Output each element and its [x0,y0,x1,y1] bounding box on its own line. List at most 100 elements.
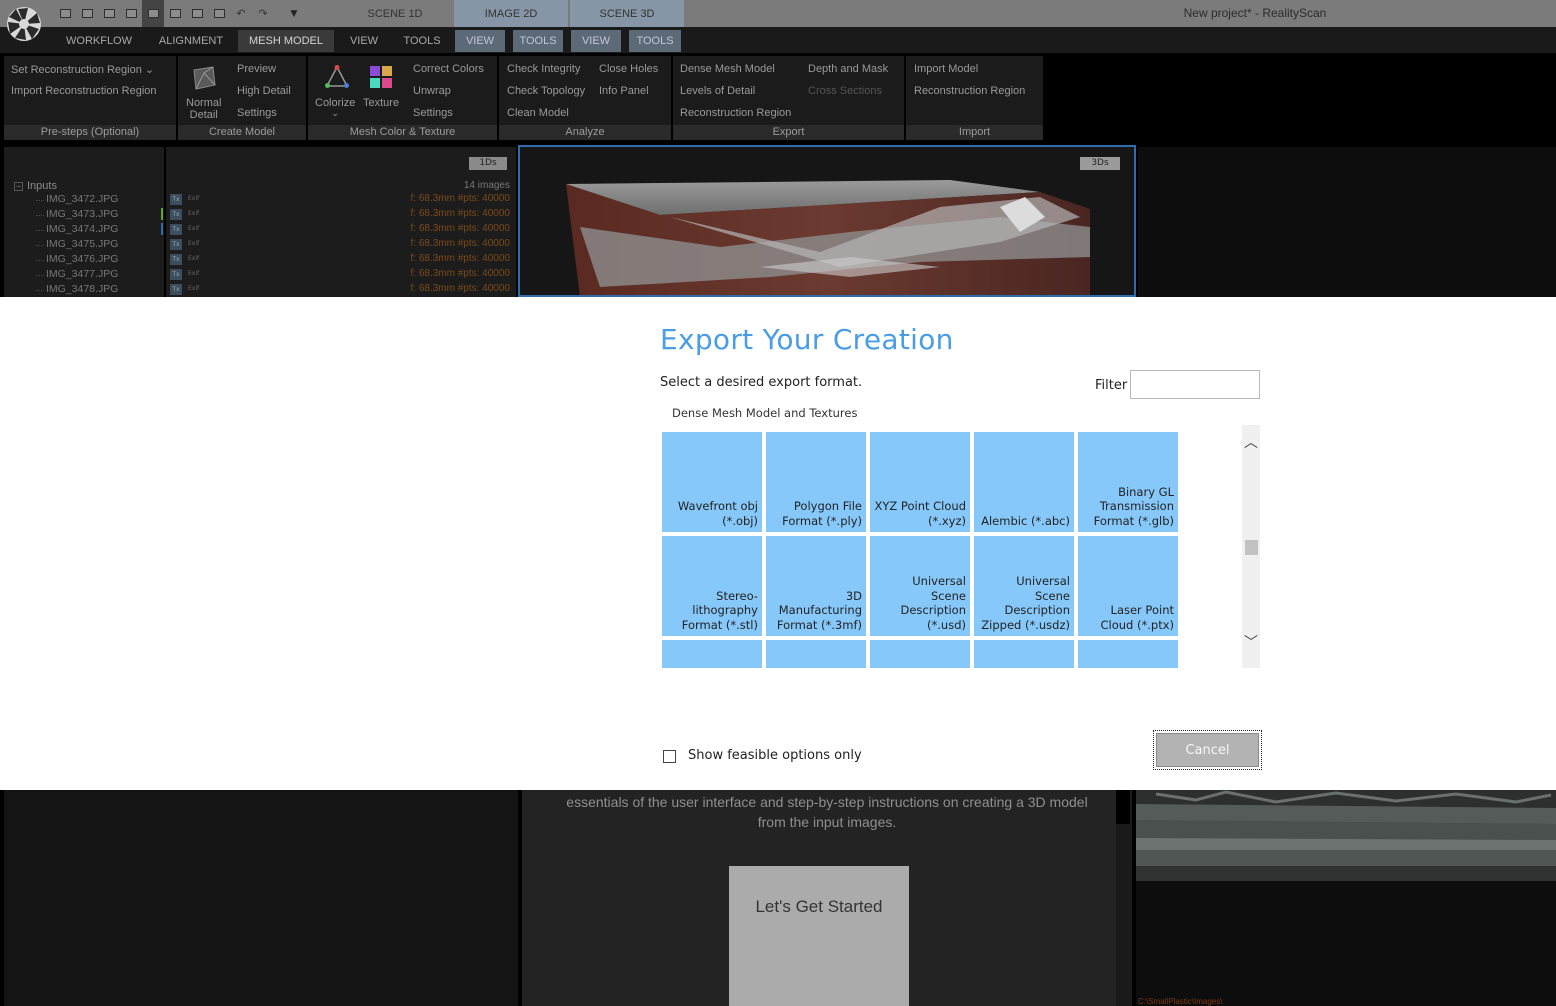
image-list-item[interactable]: IMG_3474.JPG Tx Exif f: 68.3mm #pts: 40000 [0,223,516,238]
texture-layer-icon[interactable]: Tx [170,254,182,265]
import-model-button[interactable]: Import Model [914,63,978,75]
export-dense-mesh-button[interactable]: Dense Mesh Model [680,63,775,75]
texture-layer-icon[interactable]: Tx [170,284,182,295]
normal-detail-button[interactable]: Normal Detail [186,97,221,121]
texture-icon [370,66,392,88]
menu-mesh-model[interactable]: MESH MODEL [238,30,334,52]
scroll-up-icon[interactable]: ︿ [1242,435,1260,451]
filter-input[interactable] [1130,370,1260,399]
export-format-tile[interactable]: Universal Scene Description Zipped (*.us… [974,536,1074,636]
menu-view-scene3d[interactable]: VIEW [571,30,621,52]
layout-3-icon[interactable] [98,0,120,27]
menu-tools-scene3d[interactable]: TOOLS [629,30,681,52]
export-cross-sections-button[interactable]: Cross Sections [808,85,882,97]
undo-icon[interactable]: ↶ [230,0,252,27]
show-feasible-checkbox[interactable] [663,750,676,763]
menu-tools[interactable]: TOOLS [394,30,450,52]
export-depth-mask-button[interactable]: Depth and Mask [808,63,888,75]
export-format-tile[interactable] [870,640,970,668]
export-format-tile[interactable]: XYZ Point Cloud (*.xyz) [870,432,970,532]
chevron-down-icon: ⌄ [331,108,339,118]
layout-1-icon[interactable] [54,0,76,27]
texture-layer-icon[interactable]: Tx [170,239,182,250]
layout-4-icon[interactable] [120,0,142,27]
show-feasible-label[interactable]: Show feasible options only [688,748,862,763]
layout-5-icon[interactable] [142,0,164,27]
check-integrity-button[interactable]: Check Integrity [507,63,580,75]
export-format-tile[interactable]: Stereo-lithography Format (*.stl) [662,536,762,636]
collapse-icon[interactable]: − [14,181,23,191]
correct-colors-button[interactable]: Correct Colors [413,63,484,75]
export-format-tile[interactable]: Laser Point Cloud (*.ptx) [1078,536,1178,636]
export-reconstruction-region-button[interactable]: Reconstruction Region [680,107,791,119]
layout-7-icon[interactable] [186,0,208,27]
image-list-item[interactable]: IMG_3477.JPG Tx Exif f: 68.3mm #pts: 40000 [0,268,516,283]
scroll-down-icon[interactable]: ﹀ [1242,635,1260,651]
texture-layer-icon[interactable]: Tx [170,209,182,220]
export-format-tile[interactable]: Universal Scene Description (*.usd) [870,536,970,636]
export-format-tile[interactable]: Wavefront obj (*.obj) [662,432,762,532]
export-levels-of-detail-button[interactable]: Levels of Detail [680,85,755,97]
import-reconstruction-region-ribbon-button[interactable]: Reconstruction Region [914,85,1025,97]
export-format-tile[interactable]: Polygon File Format (*.ply) [766,432,866,532]
menu-view[interactable]: VIEW [340,30,388,52]
layout-2-icon[interactable] [76,0,98,27]
panel-badge-1ds[interactable]: 1Ds [469,157,507,170]
image-list-item[interactable]: IMG_3473.JPG Tx Exif f: 68.3mm #pts: 40000 [0,208,516,223]
exif-icon[interactable]: Exif [188,285,199,292]
tab-scene-3d[interactable]: SCENE 3D [570,0,684,27]
exif-icon[interactable]: Exif [188,255,199,262]
tab-image-2d[interactable]: IMAGE 2D [454,0,568,27]
texture-layer-icon[interactable]: Tx [170,269,182,280]
export-format-tile[interactable]: Binary GL Transmission Format (*.glb) [1078,432,1178,532]
set-reconstruction-region-button[interactable]: Set Reconstruction Region ⌄ [11,63,154,76]
export-format-tile[interactable]: Alembic (*.abc) [974,432,1074,532]
close-holes-button[interactable]: Close Holes [599,63,658,75]
preview-button[interactable]: Preview [237,63,276,75]
exif-icon[interactable]: Exif [188,225,199,232]
format-scrollbar[interactable]: ︿ ﹀ [1242,425,1260,668]
redo-icon[interactable]: ↷ [252,0,274,27]
exif-icon[interactable]: Exif [188,195,199,202]
image-list-item[interactable]: IMG_3472.JPG Tx Exif f: 68.3mm #pts: 40000 [0,193,516,208]
export-format-tile[interactable] [662,640,762,668]
clean-model-button[interactable]: Clean Model [507,107,569,119]
inputs-tree-root[interactable]: − Inputs [14,180,57,192]
exif-icon[interactable]: Exif [188,270,199,277]
tab-scene-1d[interactable]: SCENE 1D [340,0,450,27]
texture-layer-icon[interactable]: Tx [170,194,182,205]
lets-get-started-button[interactable]: Let's Get Started [729,866,909,1006]
menu-view-image2d[interactable]: VIEW [455,30,505,52]
texture-button[interactable]: Texture [363,97,399,109]
high-detail-button[interactable]: High Detail [237,85,291,97]
cancel-button[interactable]: Cancel [1156,733,1259,767]
info-panel-button[interactable]: Info Panel [599,85,649,97]
image-list-item[interactable]: IMG_3475.JPG Tx Exif f: 68.3mm #pts: 40000 [0,238,516,253]
aperture-logo-icon[interactable] [4,4,44,44]
menu-alignment[interactable]: ALIGNMENT [150,30,232,52]
image-list-item[interactable]: IMG_3478.JPG Tx Exif f: 68.3mm #pts: 40000 [0,283,516,298]
image-metadata: f: 68.3mm #pts: 40000 [410,238,510,249]
import-reconstruction-region-button[interactable]: Import Reconstruction Region [11,85,157,97]
layout-6-icon[interactable] [164,0,186,27]
check-topology-button[interactable]: Check Topology [507,85,585,97]
export-format-tile[interactable] [1078,640,1178,668]
texture-settings-button[interactable]: Settings [413,107,453,119]
unwrap-button[interactable]: Unwrap [413,85,451,97]
exif-icon[interactable]: Exif [188,240,199,247]
image-list-item[interactable]: IMG_3476.JPG Tx Exif f: 68.3mm #pts: 40000 [0,253,516,268]
layout-8-icon[interactable] [208,0,230,27]
texture-layer-icon[interactable]: Tx [170,224,182,235]
colorize-button[interactable]: Colorize ⌄ [315,97,355,118]
scroll-thumb[interactable] [1245,540,1258,555]
create-model-settings-button[interactable]: Settings [237,107,277,119]
export-format-tile[interactable] [766,640,866,668]
menu-workflow[interactable]: WORKFLOW [56,30,142,52]
menu-tools-image2d[interactable]: TOOLS [513,30,563,52]
scene-3d-viewport[interactable]: 3Ds [518,145,1136,297]
export-format-tile[interactable]: 3D Manufacturing Format (*.3mf) [766,536,866,636]
welcome-scroll-thumb[interactable] [1116,790,1130,824]
customize-toolbar-icon[interactable]: ▼ [286,0,302,27]
exif-icon[interactable]: Exif [188,210,199,217]
export-format-tile[interactable] [974,640,1074,668]
